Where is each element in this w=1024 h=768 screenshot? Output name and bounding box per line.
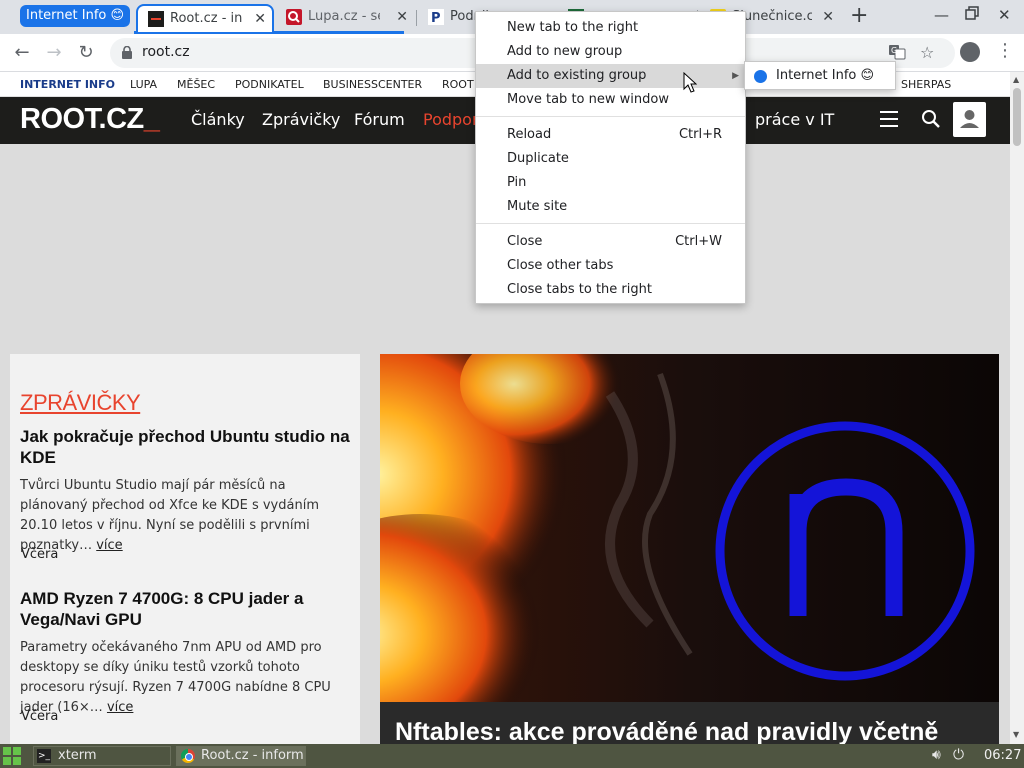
hero-caption: Nftables: akce prováděné nad pravidly vč… (380, 702, 999, 747)
browser-menu-icon[interactable]: ⋮ (996, 40, 1014, 61)
chrome-icon (181, 749, 195, 763)
os-taskbar: >_ xterm Root.cz - inform 🔊︎ ⏻ 06:27 (0, 744, 1024, 768)
menu-separator (476, 116, 745, 117)
menu-item-duplicate[interactable]: Duplicate (476, 147, 745, 171)
article-perex: Tvůrci Ubuntu Studio mají pár měsíců na … (20, 478, 319, 553)
menu-separator (476, 223, 745, 224)
tab-title: Root.cz - inf (170, 11, 242, 26)
podnikatel-favicon-icon: P (428, 9, 444, 25)
menu-item-add-new-group[interactable]: Add to new group (476, 40, 745, 64)
menu-item-move-new-window[interactable]: Move tab to new window (476, 88, 745, 112)
svg-text:P: P (431, 11, 441, 25)
close-window-icon[interactable]: ✕ (998, 6, 1011, 24)
network-link[interactable]: BUSINESSCENTER (323, 78, 422, 91)
submenu-arrow-icon: ▶ (732, 71, 739, 81)
tab-close-icon[interactable]: ✕ (396, 4, 408, 30)
network-link[interactable]: MĚŠEC (177, 78, 215, 91)
mouse-cursor-icon (683, 72, 697, 93)
tab-context-menu: New tab to the right Add to new group Ad… (475, 11, 746, 304)
volume-icon[interactable]: 🔊︎ (932, 747, 941, 763)
tab-title: Lupa.cz - se (308, 9, 380, 24)
network-link[interactable]: SHERPAS (901, 78, 951, 91)
article-date: Včera (21, 547, 59, 562)
flame-illustration (380, 354, 999, 702)
menu-item-close[interactable]: Close Ctrl+W (476, 230, 745, 254)
search-icon[interactable] (921, 109, 941, 129)
nav-link-clanky[interactable]: Články (191, 110, 245, 129)
tab-separator (416, 10, 417, 26)
shortcut-label: Ctrl+R (678, 127, 722, 142)
more-link[interactable]: více (96, 538, 122, 553)
tab-group-chip[interactable]: Internet Info 😊 (20, 5, 131, 27)
svg-text:G: G (891, 46, 897, 55)
submenu-item-internet-info[interactable]: Internet Info 😊 (776, 68, 874, 83)
scroll-down-arrow-icon[interactable]: ▼ (1013, 730, 1019, 739)
hero-image[interactable] (380, 354, 999, 702)
user-icon (960, 110, 979, 128)
hamburger-menu-icon[interactable] (880, 111, 898, 127)
scroll-up-arrow-icon[interactable]: ▲ (1013, 75, 1019, 84)
article-title[interactable]: AMD Ryzen 7 4700G: 8 CPU jader a Vega/Na… (20, 588, 350, 630)
power-icon[interactable]: ⏻ (953, 747, 964, 763)
profile-avatar-icon[interactable] (960, 42, 980, 62)
menu-item-close-other-tabs[interactable]: Close other tabs (476, 254, 745, 278)
tab-close-icon[interactable]: ✕ (254, 6, 266, 32)
more-link[interactable]: více (107, 700, 133, 715)
forward-arrow-icon[interactable]: → (41, 40, 67, 66)
network-link[interactable]: PODNIKATEL (235, 78, 304, 91)
tab-root[interactable]: Root.cz - inf ✕ (136, 4, 274, 32)
page-scrollbar[interactable]: ▲ ▼ (1010, 72, 1024, 744)
nav-link-prace[interactable]: práce v IT (755, 110, 834, 129)
network-link[interactable]: ROOT (442, 78, 474, 91)
site-logo[interactable]: ROOT.CZ_ (20, 103, 160, 136)
terminal-icon: >_ (37, 749, 51, 763)
article-perex: Parametry očekávaného 7nm APU od AMD pro… (20, 640, 331, 715)
nav-link-zpravicky[interactable]: Zprávičky (262, 110, 340, 129)
article-date: Včera (21, 709, 59, 724)
lupa-favicon-icon (286, 9, 302, 25)
network-link[interactable]: INTERNET INFO (20, 78, 115, 91)
taskbar-item-chrome[interactable]: Root.cz - inform (176, 746, 306, 766)
bookmark-star-icon[interactable]: ☆ (920, 43, 934, 62)
menu-item-pin[interactable]: Pin (476, 171, 745, 195)
article-title[interactable]: Jak pokračuje přechod Ubuntu studio na K… (20, 426, 350, 468)
restore-icon[interactable] (965, 6, 979, 24)
start-menu-icon[interactable] (3, 747, 21, 765)
user-login-button[interactable] (953, 102, 986, 137)
news-sidebar: ZPRÁVIČKY Jak pokračuje přechod Ubuntu s… (10, 354, 360, 744)
existing-group-submenu: Internet Info 😊 (744, 61, 896, 90)
tab-close-icon[interactable]: ✕ (822, 4, 834, 30)
menu-item-reload[interactable]: Reload Ctrl+R (476, 123, 745, 147)
menu-item-add-existing-group[interactable]: Add to existing group ▶ (476, 64, 745, 88)
hero-title[interactable]: Nftables: akce prováděné nad pravidly vč… (395, 718, 938, 747)
menu-item-new-tab-right[interactable]: New tab to the right (476, 16, 745, 40)
url-text: root.cz (142, 44, 190, 60)
reload-icon[interactable]: ↻ (73, 40, 99, 66)
group-color-dot-icon (754, 70, 767, 83)
clock: 06:27 (984, 748, 1022, 763)
shortcut-label: Ctrl+W (675, 234, 722, 249)
tab-lupa[interactable]: Lupa.cz - se ✕ (276, 4, 414, 32)
root-favicon-icon (148, 11, 164, 27)
menu-item-close-tabs-right[interactable]: Close tabs to the right (476, 278, 745, 302)
nav-link-forum[interactable]: Fórum (354, 110, 405, 129)
network-link[interactable]: LUPA (130, 78, 157, 91)
taskbar-item-xterm[interactable]: >_ xterm (33, 746, 171, 766)
back-arrow-icon[interactable]: ← (9, 40, 35, 66)
new-tab-plus-icon[interactable]: + (850, 4, 868, 28)
scroll-thumb[interactable] (1013, 88, 1021, 146)
minimize-icon[interactable]: — (934, 6, 949, 24)
lock-icon (122, 46, 132, 59)
section-label[interactable]: ZPRÁVIČKY (20, 390, 141, 416)
menu-item-mute-site[interactable]: Mute site (476, 195, 745, 219)
